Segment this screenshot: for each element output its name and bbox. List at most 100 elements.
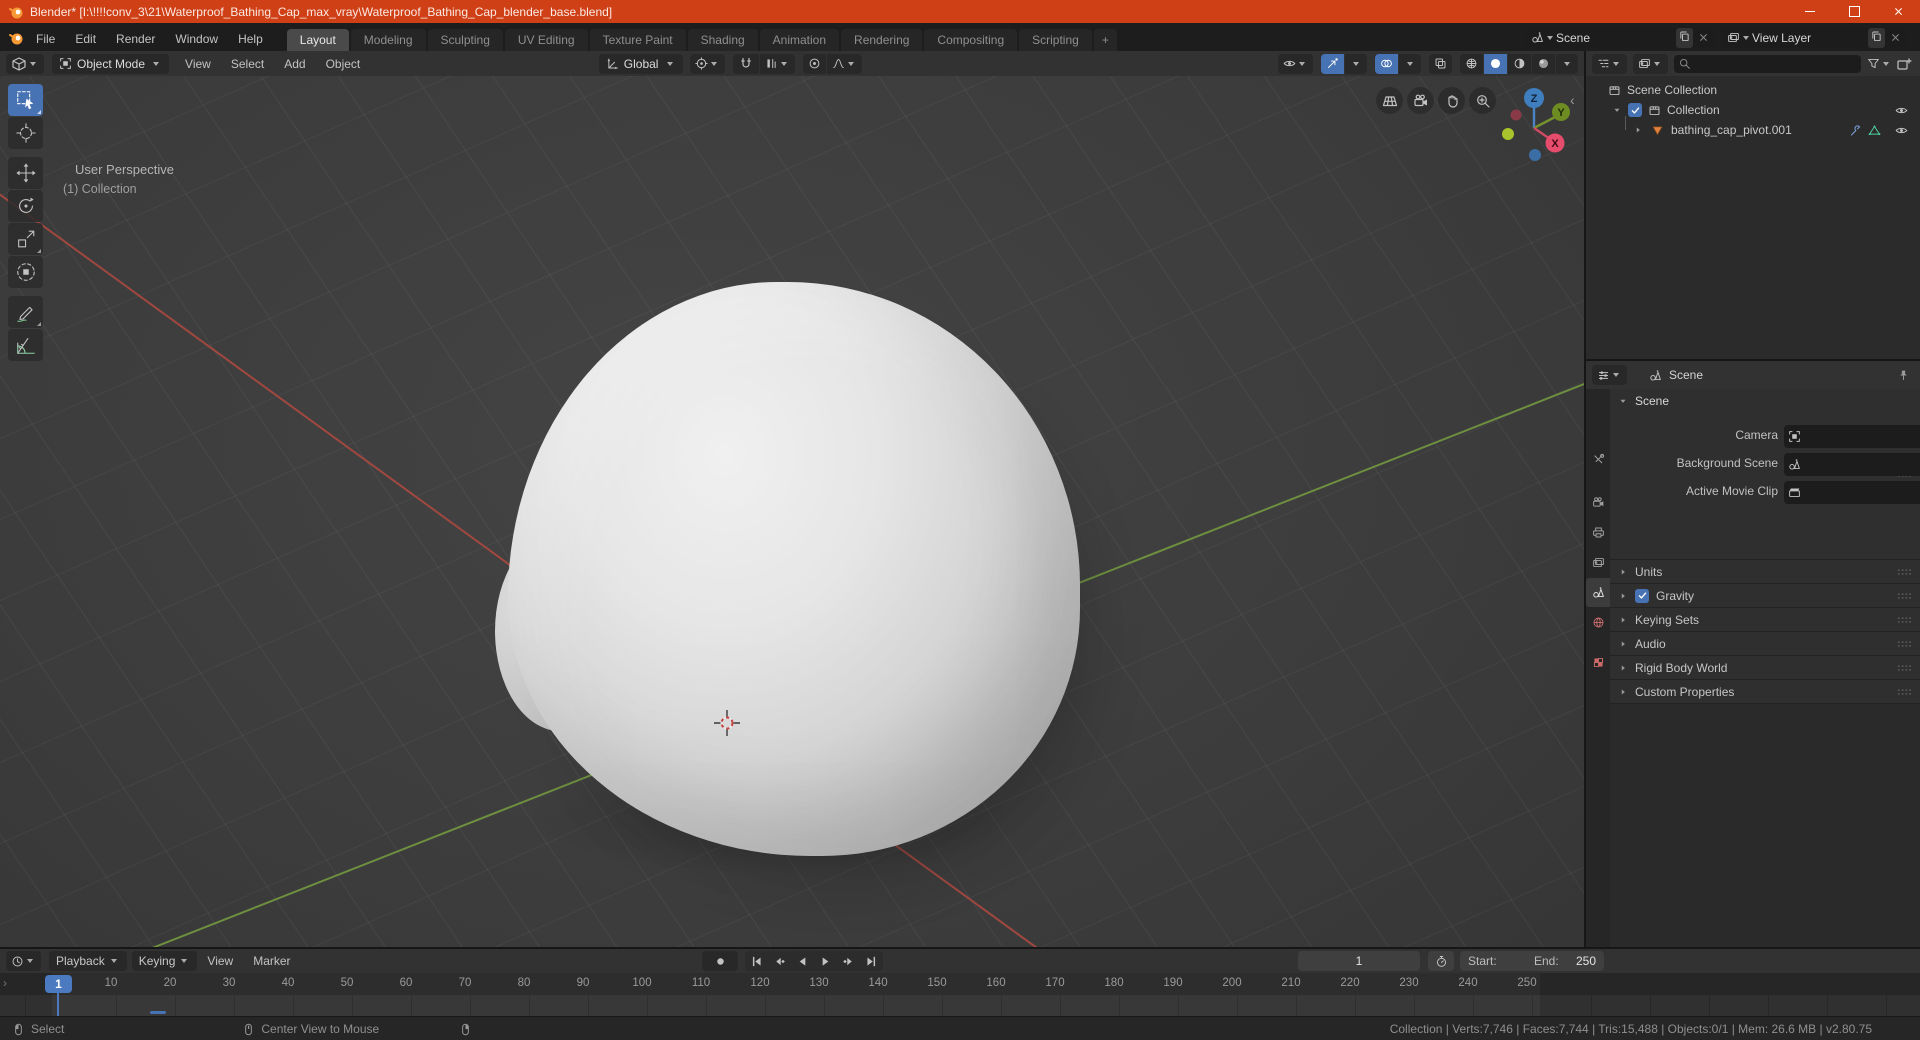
keying-menu[interactable]: Keying <box>131 951 198 971</box>
play-reverse-button[interactable] <box>791 951 814 971</box>
playhead-badge[interactable]: 1 <box>45 975 72 993</box>
pivot-point-dropdown[interactable] <box>690 53 726 74</box>
timeline-editor-type-button[interactable] <box>6 951 41 971</box>
new-collection-icon[interactable] <box>1896 56 1912 72</box>
jump-to-end-button[interactable] <box>860 951 883 971</box>
tab-world[interactable] <box>1586 608 1610 637</box>
close-button[interactable] <box>1876 0 1920 23</box>
add-workspace-button[interactable]: + <box>1093 29 1117 51</box>
workspace-tab-sculpting[interactable]: Sculpting <box>427 29 503 51</box>
tab-render[interactable] <box>1586 488 1610 517</box>
workspace-tab-shading[interactable]: Shading <box>687 29 758 51</box>
workspace-tab-texture-paint[interactable]: Texture Paint <box>589 29 686 51</box>
outliner-editor-type-button[interactable] <box>1592 53 1627 74</box>
play-button[interactable] <box>814 951 837 971</box>
panel-audio[interactable]: Audio <box>1610 632 1920 656</box>
tab-texture[interactable] <box>1586 648 1610 677</box>
drag-handle-icon[interactable] <box>1897 592 1912 600</box>
move-tool[interactable] <box>8 157 43 189</box>
gizmo-neg-y-ball[interactable] <box>1502 128 1514 140</box>
background-scene-field[interactable] <box>1784 453 1920 476</box>
mode-dropdown[interactable]: Object Mode <box>52 53 170 74</box>
camera-field[interactable] <box>1784 425 1920 448</box>
pin-icon[interactable] <box>1897 369 1910 382</box>
unlink-scene-icon[interactable] <box>1697 31 1710 44</box>
next-keyframe-button[interactable] <box>837 951 860 971</box>
gizmo-neg-z-ball[interactable] <box>1529 149 1541 161</box>
timeline-scrollbar[interactable] <box>150 1011 166 1014</box>
pan-view-button[interactable] <box>1438 87 1465 114</box>
panel-gravity[interactable]: Gravity <box>1610 584 1920 608</box>
proportional-falloff-dropdown[interactable] <box>827 53 863 74</box>
tab-output[interactable] <box>1586 518 1610 547</box>
menu-file[interactable]: File <box>26 27 65 51</box>
hide-eye-icon[interactable] <box>1895 104 1908 117</box>
sidebar-collapse-arrow[interactable]: ‹ <box>1570 92 1575 108</box>
viewport-menu-view[interactable]: View <box>175 52 221 76</box>
tab-scene[interactable] <box>1586 578 1610 607</box>
properties-editor-type-button[interactable] <box>1592 365 1627 385</box>
tab-view-layer[interactable] <box>1586 548 1610 577</box>
search-input[interactable] <box>1691 55 1785 72</box>
snap-settings-dropdown[interactable] <box>760 53 796 74</box>
outliner-row-bathing-cap[interactable]: bathing_cap_pivot.001 <box>1586 116 1920 140</box>
end-frame-field[interactable]: End: 250 <box>1526 951 1604 971</box>
new-view-layer-button[interactable] <box>1868 27 1885 48</box>
active-movie-clip-field[interactable] <box>1784 481 1920 504</box>
xray-toggle[interactable] <box>1429 53 1452 74</box>
disclosure-open-icon[interactable] <box>1612 105 1622 115</box>
collection-checkbox[interactable] <box>1628 103 1642 117</box>
gravity-checkbox[interactable] <box>1635 588 1649 603</box>
tab-tool[interactable] <box>1586 445 1610 474</box>
timeline-menu-view[interactable]: View <box>197 949 243 973</box>
drag-handle-icon[interactable] <box>1897 616 1912 624</box>
workspace-tab-compositing[interactable]: Compositing <box>924 29 1018 51</box>
auto-keying-button[interactable] <box>702 951 738 971</box>
scene-panel-header[interactable]: Scene <box>1610 389 1920 413</box>
use-preview-range-button[interactable] <box>1428 951 1454 971</box>
menu-window[interactable]: Window <box>165 27 228 51</box>
navigation-gizmo[interactable]: Z Y X <box>1492 82 1576 166</box>
proportional-editing-toggle[interactable] <box>803 53 827 74</box>
overlays-dropdown[interactable] <box>1399 53 1421 74</box>
scene-selector[interactable]: Scene <box>1526 27 1714 48</box>
transform-orientation-dropdown[interactable]: Global <box>598 53 684 74</box>
outliner-row-collection[interactable]: Collection <box>1586 100 1920 120</box>
gizmo-neg-x-ball[interactable] <box>1510 109 1522 121</box>
workspace-tab-scripting[interactable]: Scripting <box>1019 29 1092 51</box>
shading-material-button[interactable] <box>1508 53 1531 74</box>
panel-keying-sets[interactable]: Keying Sets <box>1610 608 1920 632</box>
view-layer-selector[interactable]: View Layer <box>1722 27 1906 48</box>
show-gizmos-toggle[interactable] <box>1321 53 1344 74</box>
object-visibility-dropdown[interactable] <box>1278 53 1313 74</box>
viewport-canvas[interactable]: User Perspective (1) Collection Z Y X ‹ <box>0 76 1584 949</box>
viewport-menu-add[interactable]: Add <box>274 52 315 76</box>
panel-rigid-body-world[interactable]: Rigid Body World <box>1610 656 1920 680</box>
outliner-display-mode-dropdown[interactable] <box>1633 53 1668 74</box>
workspace-tab-layout[interactable]: Layout <box>286 29 349 51</box>
outliner-row-scene-collection[interactable]: Scene Collection <box>1586 80 1920 100</box>
viewport-editor-type-button[interactable] <box>6 53 44 74</box>
camera-view-button[interactable] <box>1407 87 1434 114</box>
workspace-tab-modeling[interactable]: Modeling <box>350 29 426 51</box>
menu-render[interactable]: Render <box>106 27 165 51</box>
maximize-button[interactable] <box>1832 0 1876 23</box>
select-box-tool[interactable] <box>8 84 43 116</box>
drag-handle-icon[interactable] <box>1897 664 1912 672</box>
jump-to-start-button[interactable] <box>745 951 768 971</box>
new-scene-button[interactable] <box>1676 27 1693 48</box>
outliner-filter-dropdown[interactable] <box>1867 57 1892 70</box>
annotate-tool[interactable] <box>8 296 43 328</box>
viewport-menu-select[interactable]: Select <box>221 52 274 76</box>
remove-view-layer-icon[interactable] <box>1889 31 1902 44</box>
minimize-button[interactable] <box>1788 0 1832 23</box>
panel-custom-properties[interactable]: Custom Properties <box>1610 680 1920 704</box>
scale-tool[interactable] <box>8 223 43 255</box>
playback-menu[interactable]: Playback <box>49 951 127 971</box>
disclosure-closed-icon[interactable] <box>1633 125 1643 135</box>
workspace-tab-animation[interactable]: Animation <box>759 29 840 51</box>
drag-handle-icon[interactable] <box>1897 688 1912 696</box>
viewport-menu-object[interactable]: Object <box>316 52 371 76</box>
shading-wireframe-button[interactable] <box>1460 53 1483 74</box>
hide-eye-icon[interactable] <box>1895 124 1908 137</box>
